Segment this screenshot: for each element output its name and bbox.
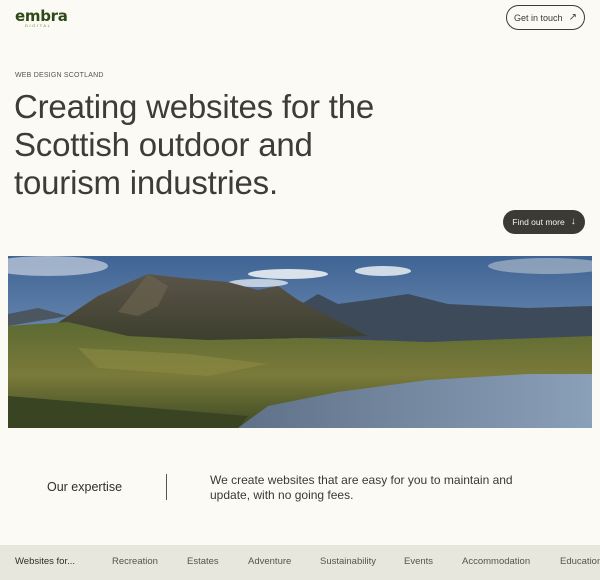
logo[interactable]: embra DIGITAL bbox=[15, 8, 68, 28]
vertical-divider bbox=[166, 474, 167, 500]
websites-for-label: Websites for... bbox=[15, 556, 76, 567]
hero-landscape bbox=[8, 256, 592, 428]
websites-for-bar: Websites for... Recreation Estates Adven… bbox=[0, 545, 600, 580]
tab-sustainability[interactable]: Sustainability bbox=[320, 556, 376, 567]
tab-education[interactable]: Education bbox=[560, 556, 600, 567]
hero-image bbox=[8, 256, 592, 428]
get-in-touch-button[interactable]: Get in touch ↗ bbox=[506, 5, 585, 30]
tab-adventure[interactable]: Adventure bbox=[248, 556, 291, 567]
get-in-touch-label: Get in touch bbox=[514, 12, 563, 23]
find-out-more-button[interactable]: Find out more ↓ bbox=[503, 210, 585, 234]
tab-accommodation[interactable]: Accommodation bbox=[462, 556, 530, 567]
logo-wordmark: embra bbox=[15, 7, 68, 25]
page-headline: Creating websites for the Scottish outdo… bbox=[14, 88, 375, 201]
arrow-down-icon: ↓ bbox=[570, 216, 576, 227]
tab-estates[interactable]: Estates bbox=[187, 556, 219, 567]
eyebrow-text: WEB DESIGN SCOTLAND bbox=[15, 72, 104, 79]
tab-recreation[interactable]: Recreation bbox=[112, 556, 158, 567]
expertise-description: We create websites that are easy for you… bbox=[210, 473, 513, 502]
find-out-more-label: Find out more bbox=[512, 217, 565, 227]
arrow-up-right-icon: ↗ bbox=[568, 11, 577, 23]
tab-events[interactable]: Events bbox=[404, 556, 433, 567]
expertise-heading: Our expertise bbox=[47, 480, 123, 494]
